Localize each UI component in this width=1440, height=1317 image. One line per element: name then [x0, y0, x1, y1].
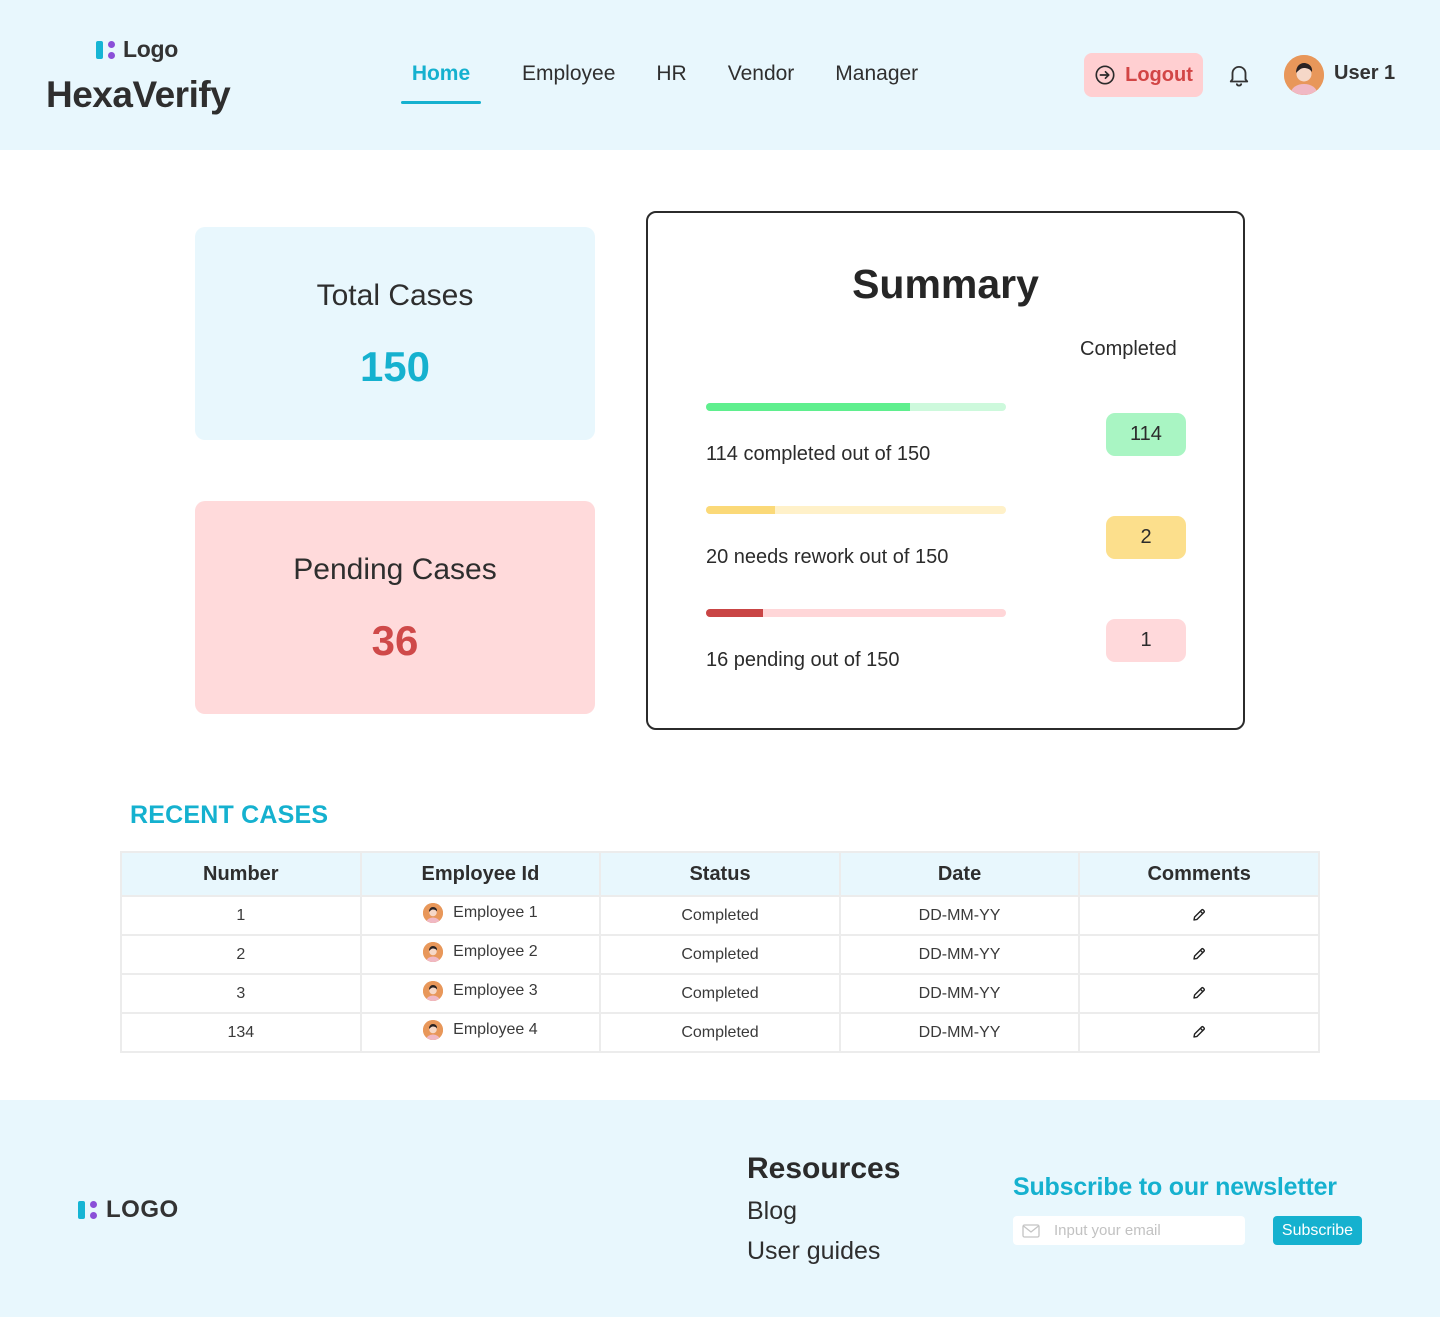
- email-input[interactable]: [1054, 1222, 1224, 1239]
- newsletter-title: Subscribe to our newsletter: [1013, 1173, 1337, 1201]
- case-date: DD-MM-YY: [838, 1012, 1081, 1053]
- case-number: 1: [120, 895, 362, 936]
- case-number: 2: [120, 934, 362, 975]
- case-date: DD-MM-YY: [838, 895, 1081, 936]
- resources-title: Resources: [747, 1152, 901, 1185]
- pending-progress-fill: [706, 609, 763, 617]
- case-status: Completed: [599, 973, 841, 1014]
- table-row[interactable]: 134 Employee 4 Completed DD-MM-YY: [120, 1012, 1320, 1053]
- rework-progress-bar: [706, 506, 1006, 514]
- total-cases-card: Total Cases 150: [195, 227, 595, 440]
- pencil-icon[interactable]: [1191, 946, 1207, 962]
- employee-name: Employee 1: [453, 904, 538, 921]
- brand-logo[interactable]: Logo: [96, 36, 178, 63]
- pending-progress-label: 16 pending out of 150: [706, 649, 900, 671]
- employee-name: Employee 4: [453, 1021, 538, 1038]
- case-status: Completed: [599, 934, 841, 975]
- nav-item-manager[interactable]: Manager: [835, 56, 918, 104]
- pending-count-badge: 1: [1106, 619, 1186, 662]
- column-header-date[interactable]: Date: [838, 851, 1081, 897]
- pencil-icon[interactable]: [1191, 1024, 1207, 1040]
- recent-cases-table: Number Employee Id Status Date Comments …: [120, 851, 1320, 1053]
- footer-link-user-guides[interactable]: User guides: [747, 1237, 880, 1266]
- logout-label: Logout: [1125, 63, 1193, 86]
- logo-mark-icon: [96, 40, 116, 60]
- employee-avatar: [423, 1020, 444, 1040]
- column-header-status[interactable]: Status: [599, 851, 841, 897]
- subscribe-button[interactable]: Subscribe: [1273, 1216, 1362, 1245]
- completed-progress-label: 114 completed out of 150: [706, 443, 931, 465]
- employee-cell[interactable]: Employee 2: [423, 942, 538, 962]
- email-field[interactable]: [1013, 1216, 1245, 1245]
- summary-title: Summary: [852, 261, 1039, 307]
- case-number: 134: [120, 1012, 362, 1053]
- case-status: Completed: [599, 1012, 841, 1053]
- nav-item-hr[interactable]: HR: [656, 56, 686, 104]
- logout-icon: [1095, 65, 1115, 85]
- employee-avatar: [423, 942, 444, 962]
- logo-text: Logo: [123, 36, 178, 62]
- nav-item-vendor[interactable]: Vendor: [728, 56, 795, 104]
- table-row[interactable]: 3 Employee 3 Completed DD-MM-YY: [120, 973, 1320, 1014]
- nav-item-employee[interactable]: Employee: [522, 56, 615, 104]
- pending-cases-card: Pending Cases 36: [195, 501, 595, 714]
- completed-progress-bar: [706, 403, 1006, 411]
- total-cases-value: 150: [359, 343, 431, 390]
- footer-link-blog[interactable]: Blog: [747, 1197, 797, 1226]
- employee-cell[interactable]: Employee 3: [423, 981, 538, 1001]
- footer-logo-text: LOGO: [106, 1196, 179, 1223]
- mail-icon: [1022, 1223, 1040, 1238]
- summary-column-label: Completed: [1080, 338, 1177, 360]
- summary-panel: Summary Completed 114 completed out of 1…: [646, 211, 1245, 730]
- table-header-row: Number Employee Id Status Date Comments: [120, 851, 1320, 897]
- pencil-icon[interactable]: [1191, 907, 1207, 923]
- completed-count-badge: 114: [1106, 413, 1186, 456]
- employee-name: Employee 3: [453, 982, 538, 999]
- case-date: DD-MM-YY: [838, 973, 1081, 1014]
- pending-cases-value: 36: [371, 617, 419, 664]
- pencil-icon[interactable]: [1191, 985, 1207, 1001]
- bell-icon[interactable]: [1226, 62, 1252, 88]
- recent-cases-title: RECENT CASES: [130, 801, 329, 829]
- rework-progress-fill: [706, 506, 775, 514]
- total-cases-title: Total Cases: [316, 279, 474, 312]
- nav-item-home[interactable]: Home: [401, 56, 481, 104]
- column-header-employee-id[interactable]: Employee Id: [359, 851, 602, 897]
- user-avatar[interactable]: [1284, 55, 1324, 95]
- column-header-comments[interactable]: Comments: [1078, 851, 1320, 897]
- pending-progress-bar: [706, 609, 1006, 617]
- case-number: 3: [120, 973, 362, 1014]
- page-footer: LOGO Resources Blog User guides Subscrib…: [0, 1100, 1440, 1317]
- app-title: HexaVerify: [46, 74, 231, 115]
- column-header-number[interactable]: Number: [120, 851, 362, 897]
- employee-cell[interactable]: Employee 4: [423, 1020, 538, 1040]
- rework-count-badge: 2: [1106, 516, 1186, 559]
- top-header: Logo HexaVerify Home Employee HR Vendor …: [0, 0, 1440, 150]
- pending-cases-title: Pending Cases: [293, 553, 497, 586]
- employee-name: Employee 2: [453, 943, 538, 960]
- employee-avatar: [423, 981, 444, 1001]
- case-status: Completed: [599, 895, 841, 936]
- completed-progress-fill: [706, 403, 910, 411]
- table-row[interactable]: 2 Employee 2 Completed DD-MM-YY: [120, 934, 1320, 975]
- case-date: DD-MM-YY: [838, 934, 1081, 975]
- logout-button[interactable]: Logout: [1084, 53, 1203, 97]
- employee-cell[interactable]: Employee 1: [423, 903, 538, 923]
- footer-logo[interactable]: LOGO: [78, 1196, 179, 1224]
- table-row[interactable]: 1 Employee 1 Completed DD-MM-YY: [120, 895, 1320, 936]
- logo-mark-icon: [78, 1200, 98, 1220]
- rework-progress-label: 20 needs rework out of 150: [706, 546, 949, 568]
- main-nav: Home Employee HR Vendor Manager: [401, 56, 959, 104]
- employee-avatar: [423, 903, 444, 923]
- user-name[interactable]: User 1: [1334, 62, 1395, 85]
